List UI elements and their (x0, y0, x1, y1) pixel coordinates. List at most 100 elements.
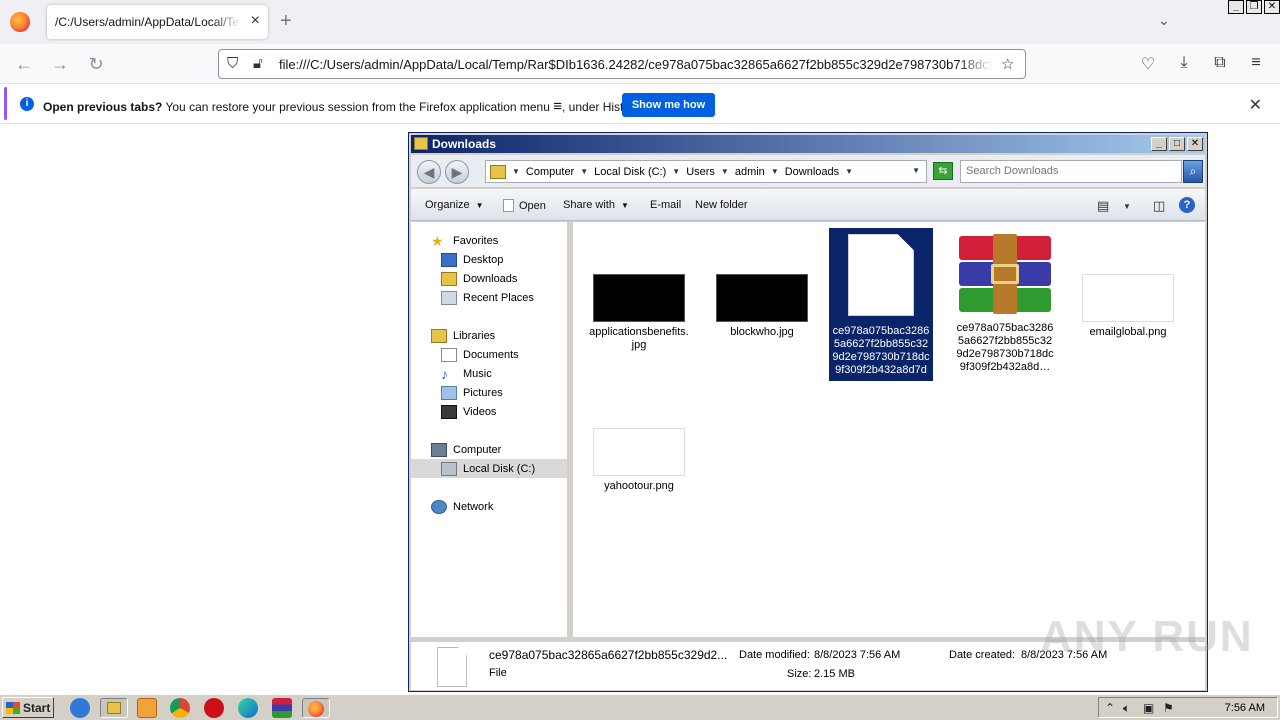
close-window-button[interactable]: ✕ (1264, 0, 1280, 14)
breadcrumb-chevron-icon[interactable]: ▼ (512, 167, 520, 176)
nav-favorites[interactable]: ★ Favorites (411, 231, 567, 250)
back-arrow-icon[interactable]: ← (14, 54, 34, 74)
downloads-icon[interactable]: ⤓ (1174, 54, 1194, 72)
nav-network[interactable]: Network (411, 497, 567, 516)
nav-pictures[interactable]: Pictures (411, 383, 567, 402)
nav-recent-places[interactable]: Recent Places (411, 288, 567, 307)
file-item[interactable]: emailglobal.png (1076, 274, 1180, 339)
help-icon[interactable]: ? (1179, 197, 1195, 213)
window-title: Downloads (432, 137, 497, 151)
browser-tab-active[interactable]: /C:/Users/admin/AppData/Local/Temp/Rar$D… (47, 5, 268, 39)
bookmark-star-icon[interactable]: ☆ (1001, 55, 1014, 73)
tab-list-chevron-icon[interactable]: ⌄ (1158, 12, 1170, 29)
media-player-icon[interactable] (137, 698, 157, 718)
explorer-maximize-button[interactable]: □ (1169, 137, 1185, 151)
url-text[interactable]: file:///C:/Users/admin/AppData/Local/Tem… (279, 57, 993, 72)
nav-documents[interactable]: Documents (411, 345, 567, 364)
file-name: yahootour.png (604, 480, 674, 492)
nav-local-disk-label: Local Disk (C:) (463, 462, 536, 475)
taskbar-clock[interactable]: 7:56 AM (1225, 702, 1265, 714)
nav-downloads[interactable]: Downloads (411, 269, 567, 288)
nav-libraries[interactable]: Libraries (411, 326, 567, 345)
explorer-forward-button[interactable]: ▶ (445, 160, 469, 184)
view-options-dropdown-icon[interactable]: ▼ (1123, 202, 1131, 211)
file-item[interactable]: blockwho.jpg (710, 274, 814, 339)
file-item[interactable]: applicationsbenefits.jpg (587, 274, 691, 352)
breadcrumb-local-disk[interactable]: Local Disk (C:) (594, 166, 666, 178)
explorer-back-button[interactable]: ◀ (417, 160, 441, 184)
opera-icon[interactable] (204, 698, 224, 718)
star-icon: ★ (431, 232, 444, 249)
network-tray-icon[interactable]: ▣ (1143, 701, 1154, 715)
pocket-icon[interactable]: ♡ (1138, 54, 1158, 74)
file-item[interactable]: yahootour.png (587, 428, 691, 493)
start-button[interactable]: Start (2, 697, 54, 718)
search-box[interactable] (960, 160, 1182, 183)
winrar-icon[interactable] (272, 698, 292, 718)
url-bar[interactable]: ⛉ 🔓︎ file:///C:/Users/admin/AppData/Loca… (218, 49, 1026, 79)
volume-speaker-icon[interactable]: 🔈︎ (1123, 701, 1130, 716)
restore-window-button[interactable]: ❐ (1246, 0, 1262, 14)
app-menu-hamburger-icon[interactable]: ≡ (1246, 54, 1266, 72)
breadcrumb-chevron-icon[interactable]: ▼ (845, 167, 853, 176)
share-with-button[interactable]: Share with ▼ (563, 199, 629, 211)
chrome-icon[interactable] (170, 698, 190, 718)
search-input[interactable] (961, 161, 1161, 181)
breadcrumb-chevron-icon[interactable]: ▼ (721, 167, 729, 176)
firefox-taskbar-icon[interactable] (302, 698, 330, 718)
insecure-page-icon[interactable]: 🔓︎ (253, 55, 263, 72)
explorer-window: Downloads _ □ ✕ ◀ ▶ ▼ Computer ▼ Local D… (408, 132, 1208, 692)
breadcrumb-downloads[interactable]: Downloads (785, 166, 839, 178)
minimize-window-button[interactable]: _ (1228, 0, 1244, 14)
action-center-flag-icon[interactable]: ⚑ (1163, 701, 1174, 715)
explorer-minimize-button[interactable]: _ (1151, 137, 1167, 151)
open-button[interactable]: Open (503, 199, 546, 212)
extensions-icon[interactable]: ⧉ (1210, 54, 1230, 72)
edge-icon[interactable] (238, 698, 258, 718)
notification-message: You can restore your previous session fr… (165, 100, 550, 114)
file-item[interactable]: ce978a075bac32865a6627f2bb855c329d2e7987… (953, 234, 1057, 374)
show-hidden-icons-arrow-icon[interactable]: ⌃ (1105, 701, 1115, 715)
share-dropdown-icon: ▼ (620, 201, 629, 210)
show-me-how-button[interactable]: Show me how (622, 93, 715, 117)
file-item-selected[interactable]: ce978a075bac32865a6627f2bb855c329d2e7987… (829, 228, 933, 381)
file-icon (503, 199, 514, 212)
file-name: blockwho.jpg (730, 326, 794, 338)
nav-videos[interactable]: Videos (411, 402, 567, 421)
breadcrumb-chevron-icon[interactable]: ▼ (580, 167, 588, 176)
explorer-close-button[interactable]: ✕ (1187, 137, 1203, 151)
nav-computer[interactable]: Computer (411, 440, 567, 459)
close-notification-icon[interactable]: ✕ (1249, 95, 1262, 115)
new-folder-button[interactable]: New folder (695, 199, 748, 211)
forward-arrow-icon[interactable]: → (50, 54, 70, 74)
explorer-title-bar[interactable]: Downloads _ □ ✕ (411, 135, 1205, 153)
organize-button[interactable]: Organize ▼ (425, 199, 484, 211)
details-file-name: ce978a075bac32865a6627f2bb855c329d2... (489, 648, 728, 662)
search-magnifier-icon[interactable]: ⌕ (1183, 160, 1203, 183)
breadcrumb-users[interactable]: Users (686, 166, 715, 178)
nav-local-disk[interactable]: Local Disk (C:) (411, 459, 567, 478)
recent-places-icon (441, 290, 457, 305)
explorer-taskbar-icon[interactable] (100, 698, 128, 718)
computer-icon (431, 442, 447, 457)
internet-explorer-icon[interactable] (70, 698, 90, 718)
breadcrumb-chevron-icon[interactable]: ▼ (672, 167, 680, 176)
tab-close-icon[interactable]: × (251, 13, 260, 29)
address-bar[interactable]: ▼ Computer ▼ Local Disk (C:) ▼ Users ▼ a… (485, 160, 927, 183)
breadcrumb-chevron-icon[interactable]: ▼ (771, 167, 779, 176)
reload-icon[interactable]: ↻ (86, 54, 106, 74)
address-history-dropdown-icon[interactable]: ▼ (912, 166, 920, 175)
preview-pane-icon[interactable]: ◫ (1153, 198, 1165, 214)
breadcrumb-admin[interactable]: admin (735, 166, 765, 178)
nav-music[interactable]: ♪ Music (411, 364, 567, 383)
change-view-icon[interactable]: ▤ (1097, 198, 1109, 214)
email-button[interactable]: E-mail (650, 199, 681, 211)
refresh-icon[interactable]: ⇆ (933, 162, 953, 180)
file-name: applicationsbenefits.jpg (589, 326, 689, 351)
open-label: Open (519, 200, 546, 212)
new-tab-plus-icon[interactable]: + (280, 10, 292, 32)
breadcrumb-computer[interactable]: Computer (526, 166, 574, 178)
file-name: ce978a075bac32865a6627f2bb855c329d2e7987… (832, 325, 930, 376)
shield-icon[interactable]: ⛉ (227, 55, 238, 72)
nav-desktop[interactable]: Desktop (411, 250, 567, 269)
